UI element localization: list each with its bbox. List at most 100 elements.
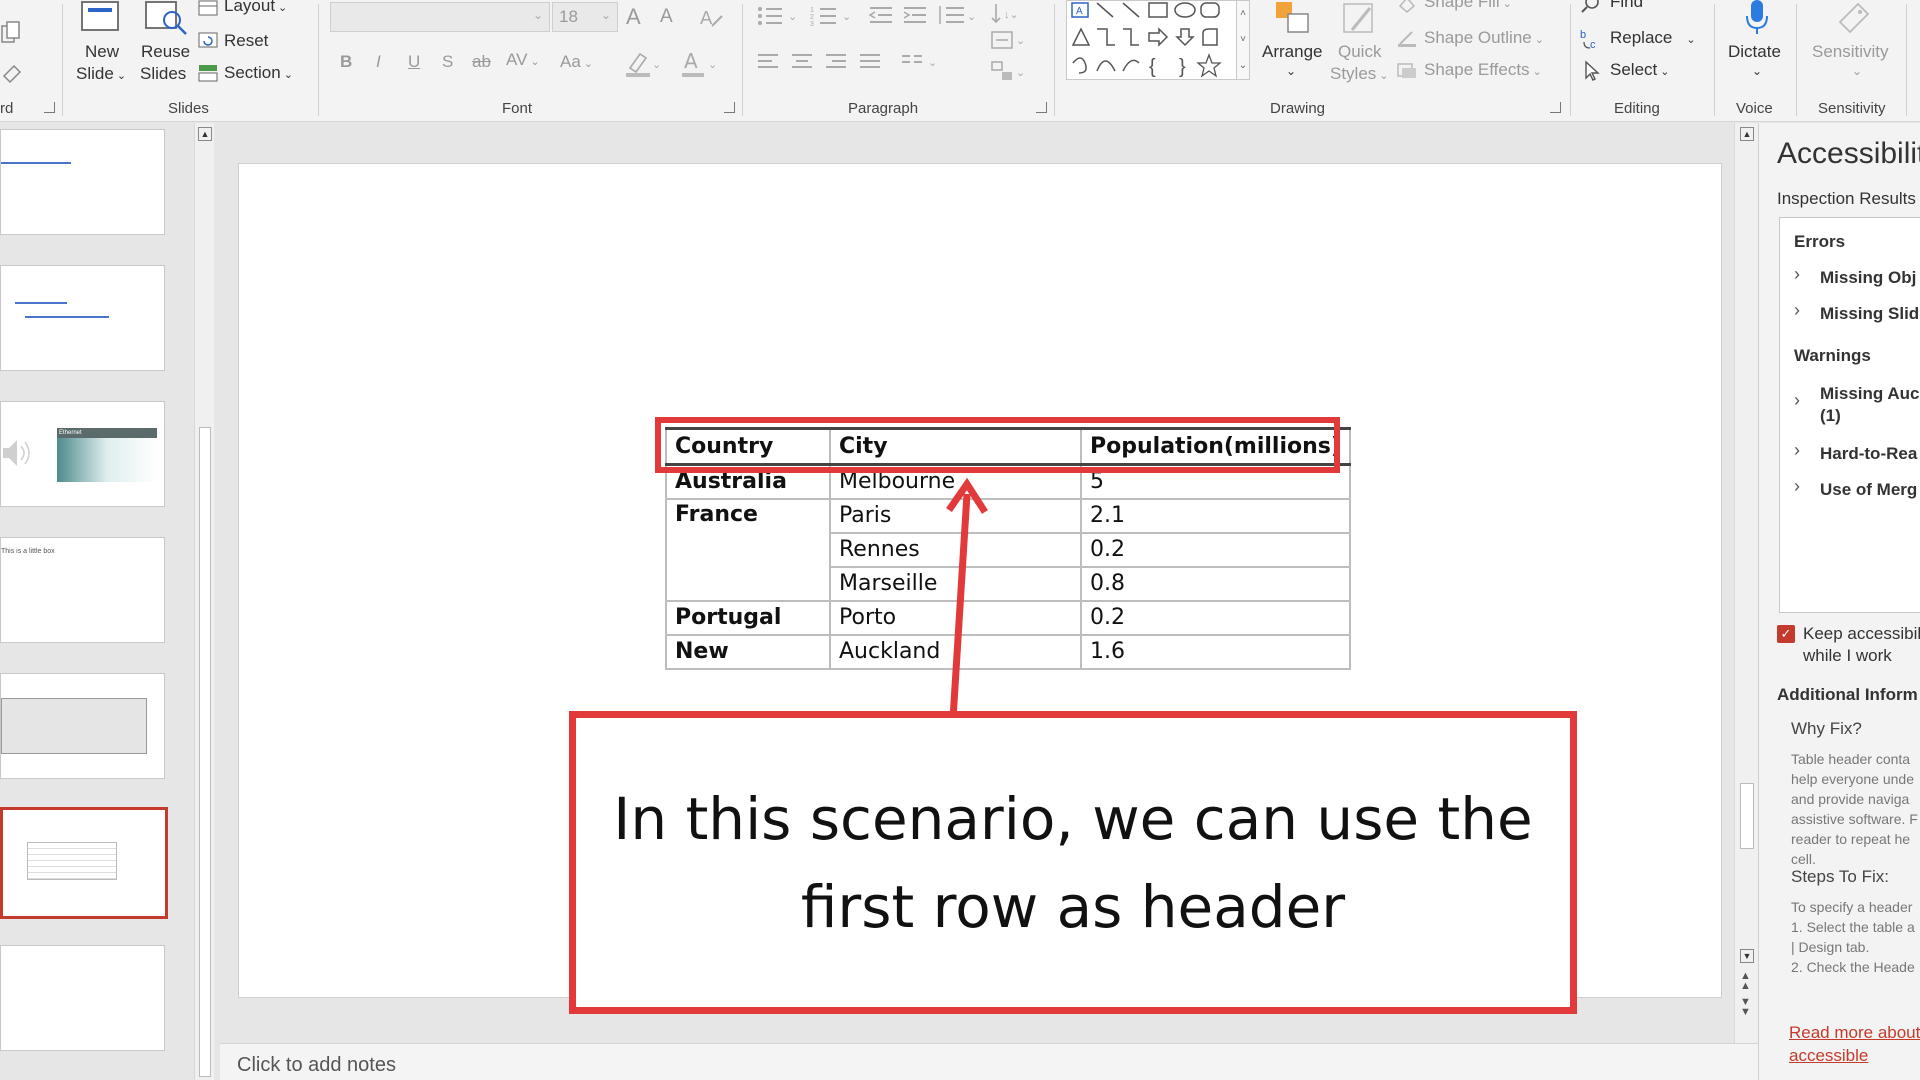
- grow-font-button[interactable]: A: [626, 4, 641, 30]
- copy-icon[interactable]: [0, 20, 26, 46]
- justify-icon[interactable]: [858, 52, 882, 77]
- sensitivity-button[interactable]: Sensitivity ⌄: [1806, 0, 1902, 90]
- slide-thumbnail-4[interactable]: This is a little box: [0, 537, 165, 643]
- slide-thumbnail-6-selected[interactable]: [0, 807, 168, 919]
- speaker-icon: [1, 436, 35, 475]
- italic-button[interactable]: I: [376, 52, 381, 72]
- dictate-button[interactable]: Dictate ⌄: [1722, 0, 1790, 90]
- slide-thumbnail-2[interactable]: [0, 265, 165, 371]
- select-button[interactable]: Select ⌄: [1580, 58, 1690, 82]
- drawing-group-label: Drawing: [1270, 100, 1326, 117]
- section-button[interactable]: Section ⌄: [196, 62, 306, 86]
- expand-chevron-icon: ›: [1794, 390, 1800, 410]
- font-name-combo[interactable]: ⌄: [330, 2, 550, 32]
- format-painter-icon[interactable]: [0, 58, 26, 84]
- reuse-slides-button[interactable]: Reuse Slides: [140, 0, 200, 90]
- table-cell[interactable]: 2.1: [1080, 497, 1351, 534]
- svg-text:A: A: [1076, 6, 1083, 17]
- table-row[interactable]: France Paris 2.1: [665, 497, 1351, 602]
- decrease-indent-icon[interactable]: [868, 4, 894, 33]
- notes-pane[interactable]: Click to add notes: [220, 1043, 1758, 1080]
- thumbnail-scrollbar[interactable]: ▲: [194, 123, 214, 1080]
- why-fix-text: Table header conta help everyone unde an…: [1791, 749, 1920, 869]
- table-cell[interactable]: 0.2: [1080, 531, 1351, 568]
- arrange-button[interactable]: Arrange ⌄: [1260, 0, 1324, 86]
- keep-checking-checkbox[interactable]: ✓: [1777, 625, 1795, 643]
- smartart-icon[interactable]: ⌄: [990, 60, 1030, 89]
- shapes-gallery[interactable]: A { }: [1066, 0, 1242, 80]
- layout-button[interactable]: Layout ⌄: [196, 0, 296, 22]
- table-cell[interactable]: Portugal: [665, 599, 831, 636]
- table-cell[interactable]: New: [665, 633, 831, 670]
- slide-thumbnail-1[interactable]: [0, 129, 165, 235]
- error-item[interactable]: › Missing Obj: [1780, 264, 1920, 294]
- replace-button[interactable]: bc Replace ⌄: [1580, 26, 1710, 51]
- why-fix-line: assistive software. F: [1791, 811, 1918, 827]
- table-row[interactable]: Portugal Porto 0.2: [665, 599, 1351, 636]
- thumbnail-scroll-up-arrow[interactable]: ▲: [198, 127, 212, 141]
- numbering-icon[interactable]: 1 2 3 ⌄: [810, 4, 856, 33]
- error-item-label: Missing Obj: [1820, 268, 1917, 287]
- editor-scroll-thumb[interactable]: [1740, 783, 1754, 849]
- text-direction-icon[interactable]: ↓⌄: [990, 2, 1030, 31]
- font-color-icon[interactable]: A ⌄: [680, 48, 720, 83]
- strikethrough-button[interactable]: ab: [472, 52, 491, 72]
- find-button[interactable]: Find: [1580, 0, 1680, 14]
- read-more-link[interactable]: Read more about accessible: [1789, 1021, 1920, 1067]
- slide-thumbnail-7[interactable]: [0, 945, 165, 1051]
- align-right-icon[interactable]: [824, 52, 848, 77]
- editor-scroll-up-arrow[interactable]: ▲: [1740, 127, 1754, 141]
- font-size-combo[interactable]: 18 ⌄: [552, 2, 618, 32]
- character-spacing-button[interactable]: AV ⌄: [506, 50, 540, 70]
- table-cell[interactable]: 1.6: [1080, 633, 1351, 670]
- align-text-icon[interactable]: ⌄: [990, 28, 1030, 57]
- svg-text:⌄: ⌄: [967, 11, 976, 23]
- clear-formatting-icon[interactable]: A: [698, 6, 724, 35]
- table-cell[interactable]: 0.8: [1080, 565, 1351, 602]
- new-slide-button[interactable]: New Slide ⌄: [70, 0, 140, 90]
- slide-thumbnail-5[interactable]: [0, 673, 165, 779]
- shape-effects-button[interactable]: Shape Effects ⌄: [1396, 58, 1556, 82]
- editor-scroll-down-arrow[interactable]: ▼: [1740, 949, 1754, 963]
- shrink-font-button[interactable]: A: [660, 6, 673, 28]
- columns-icon[interactable]: ⌄: [900, 52, 940, 77]
- quick-styles-label-2: Styles ⌄: [1330, 64, 1389, 83]
- underline-button[interactable]: U: [408, 52, 420, 72]
- line-spacing-icon[interactable]: ⌄: [936, 4, 978, 33]
- svg-text:1: 1: [810, 7, 814, 14]
- previous-slide-icon[interactable]: ▲ ▲: [1740, 971, 1751, 992]
- font-launcher[interactable]: [724, 102, 735, 113]
- shape-outline-label: Shape Outline ⌄: [1424, 28, 1544, 47]
- steps-line: 1. Select the table a: [1791, 919, 1915, 935]
- align-center-icon[interactable]: [790, 52, 814, 77]
- reset-button[interactable]: Reset: [196, 30, 296, 54]
- quick-styles-button[interactable]: Quick Styles ⌄: [1330, 0, 1392, 86]
- bullets-icon[interactable]: ⌄: [756, 4, 802, 33]
- drawing-launcher[interactable]: [1550, 102, 1561, 113]
- warning-item[interactable]: › Missing Auc (1): [1780, 382, 1920, 428]
- align-left-icon[interactable]: [756, 52, 780, 77]
- editor-scrollbar[interactable]: ▲ ▼ ▲ ▲ ▼ ▼: [1734, 123, 1758, 1043]
- shadow-button[interactable]: S: [442, 52, 453, 72]
- error-item[interactable]: › Missing Slid: [1780, 300, 1920, 330]
- table-row[interactable]: New Auckland 1.6: [665, 633, 1351, 670]
- warning-item[interactable]: › Hard-to-Rea: [1780, 440, 1920, 470]
- shapes-gallery-scroll[interactable]: ˄ ˅ ⌄: [1236, 0, 1250, 80]
- paragraph-launcher[interactable]: [1036, 102, 1047, 113]
- change-case-button[interactable]: Aa ⌄: [560, 52, 593, 72]
- thumbnail-scroll-thumb[interactable]: [199, 427, 211, 1077]
- highlight-icon[interactable]: ⌄: [624, 48, 664, 83]
- shape-outline-button[interactable]: Shape Outline ⌄: [1396, 26, 1556, 50]
- slide-thumbnail-3[interactable]: Ethernet: [0, 401, 165, 507]
- bold-button[interactable]: B: [340, 52, 352, 72]
- table-cell[interactable]: 0.2: [1080, 599, 1351, 636]
- slide-canvas[interactable]: Country City Population(millions) Austra…: [238, 163, 1722, 1014]
- slide-thumbnail-5-textbox: [1, 698, 147, 754]
- expand-chevron-icon: ›: [1794, 476, 1800, 496]
- table-cell-merged[interactable]: France: [665, 497, 831, 602]
- increase-indent-icon[interactable]: [902, 4, 928, 33]
- warning-item[interactable]: › Use of Merg: [1780, 476, 1920, 506]
- clipboard-launcher[interactable]: [44, 102, 55, 113]
- shape-fill-button[interactable]: Shape Fill ⌄: [1396, 0, 1556, 14]
- next-slide-icon[interactable]: ▼ ▼: [1740, 997, 1751, 1018]
